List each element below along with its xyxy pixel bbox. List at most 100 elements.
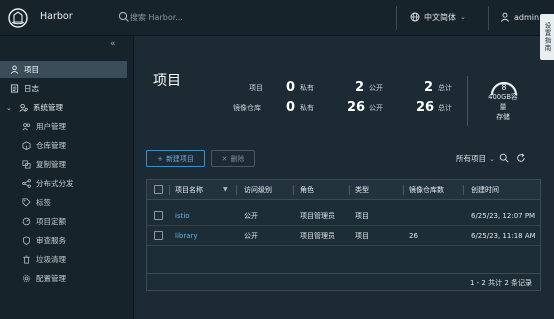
distribution-icon	[22, 179, 31, 188]
sidebar-item-users[interactable]: 用户管理	[0, 118, 127, 135]
top-header: Harbor 中文简体 ⌄ admin ⌄ 设置指南	[0, 0, 554, 60]
harbor-logo-icon[interactable]	[8, 8, 28, 28]
delete-button[interactable]: ✕ 删除	[211, 150, 255, 167]
stat-public-unit: 公开	[369, 104, 383, 112]
storage-quota-text: 400GB容 量 存储	[475, 92, 531, 122]
column-header-type[interactable]: 类型	[355, 180, 369, 200]
chevron-down-icon: ⌄	[6, 103, 12, 112]
sidebar-item-label: 审查服务	[36, 236, 66, 245]
shield-icon	[22, 236, 31, 245]
header-divider	[396, 6, 397, 30]
language-selector[interactable]: 中文简体 ⌄	[410, 9, 466, 25]
page-title: 项目	[153, 73, 181, 89]
app-title[interactable]: Harbor	[40, 11, 73, 22]
stats-divider	[467, 76, 468, 126]
column-header-name[interactable]: 项目名称	[175, 180, 203, 200]
project-name-link[interactable]: istio	[175, 206, 190, 226]
column-header-repo-count[interactable]: 镜像仓库数	[409, 180, 444, 200]
sidebar-item-projects[interactable]: 项目	[0, 61, 127, 78]
log-icon	[10, 84, 19, 93]
created-time: 6/25/23, 11:18 AM	[471, 232, 536, 240]
sidebar-item-label: 系统管理	[33, 103, 63, 112]
sidebar-item-project-quotas[interactable]: 项目定额	[0, 213, 127, 230]
repo-count: 26	[409, 232, 418, 240]
chevron-down-icon: ⌄	[489, 154, 495, 163]
search-icon	[118, 11, 129, 22]
stat-projects-total: 2	[424, 79, 434, 95]
storage-quota-line2: 量	[499, 103, 507, 111]
sidebar-item-label: 配置管理	[36, 274, 66, 283]
sidebar-item-labels[interactable]: 标签	[0, 194, 127, 211]
search-icon[interactable]	[499, 153, 509, 163]
stat-repos-total: 26	[416, 99, 435, 115]
table-header-row: 项目名称 ▼ 访问级别 角色 类型 镜像仓库数 创建时间	[147, 180, 540, 200]
language-label: 中文简体	[424, 12, 456, 22]
column-header-created[interactable]: 创建时间	[471, 180, 499, 200]
project-name-link[interactable]: library	[175, 226, 198, 246]
tag-icon	[22, 198, 31, 207]
sidebar-item-logs[interactable]: 日志	[0, 80, 127, 97]
header-divider	[488, 6, 489, 30]
sidebar-item-label: 复制管理	[36, 160, 66, 169]
storage-quota-line3: 存储	[496, 113, 510, 121]
table-row[interactable]: istio 公开 项目管理员 项目 6/25/23, 12:07 PM	[147, 206, 540, 226]
type: 项目	[355, 212, 369, 220]
select-all-checkbox[interactable]	[154, 185, 163, 194]
storage-quota-line1: 400GB容	[488, 93, 518, 101]
chevron-down-icon: ⌄	[460, 13, 466, 21]
column-header-role[interactable]: 角色	[300, 180, 314, 200]
sidebar-item-label: 项目定额	[36, 217, 66, 226]
stat-projects-public: 2	[355, 79, 365, 95]
sidebar-item-label: 用户管理	[36, 122, 66, 131]
refresh-icon[interactable]	[516, 153, 526, 163]
username: admin	[514, 12, 540, 22]
project-filter-select[interactable]: 所有项目 ⌄	[456, 153, 495, 164]
stat-total-unit: 总计	[438, 104, 452, 112]
sidebar-item-configuration[interactable]: 配置管理	[0, 270, 127, 287]
stat-repos-label: 镜像仓库	[233, 104, 261, 112]
access-level: 公开	[244, 212, 258, 220]
sidebar-item-system-admin[interactable]: ⌄ 系统管理	[0, 99, 127, 116]
role: 项目管理员	[300, 212, 335, 220]
table-row[interactable]: library 公开 项目管理员 项目 26 6/25/23, 11:18 AM	[147, 226, 540, 246]
sidebar-item-scan-services[interactable]: 审查服务	[0, 232, 127, 249]
trash-icon	[23, 255, 30, 264]
main-content: 项目 项目 0 私有 2 公开 2 总计 镜像仓库 0 私有 26 公开 26 …	[134, 36, 554, 319]
type: 项目	[355, 232, 369, 240]
projects-table: 项目名称 ▼ 访问级别 角色 类型 镜像仓库数 创建时间 istio 公开 项目…	[146, 179, 541, 291]
sidebar-item-distribution[interactable]: 分布式分发	[0, 175, 127, 192]
stat-total-unit: 总计	[438, 84, 452, 92]
pagination-summary: 1 - 2 共计 2 条记录	[469, 279, 532, 287]
sidebar-item-label: 项目	[24, 65, 39, 74]
sidebar-item-registries[interactable]: 仓库管理	[0, 137, 127, 154]
user-icon	[500, 12, 510, 22]
new-project-label: 新建项目	[165, 154, 194, 163]
stat-repos-public: 26	[347, 99, 366, 115]
stat-public-unit: 公开	[369, 84, 383, 92]
role: 项目管理员	[300, 232, 335, 240]
filter-label: 所有项目	[456, 154, 486, 163]
filter-icon[interactable]: ▼	[223, 180, 228, 200]
globe-icon	[410, 12, 420, 22]
column-header-access[interactable]: 访问级别	[244, 180, 272, 200]
stat-private-unit: 私有	[300, 84, 314, 92]
search-input[interactable]	[130, 9, 290, 25]
sidebar-item-garbage-collection[interactable]: 垃圾清理	[0, 251, 127, 268]
sidebar-item-label: 分布式分发	[36, 179, 74, 188]
stat-projects-private: 0	[286, 79, 296, 95]
collapse-sidebar-icon[interactable]: «	[110, 39, 116, 49]
close-icon: ✕	[221, 154, 228, 163]
new-project-button[interactable]: + 新建项目	[146, 150, 205, 167]
sidebar-item-label: 标签	[36, 198, 51, 207]
sidebar-item-label: 仓库管理	[36, 141, 66, 150]
stat-projects-label: 项目	[249, 84, 263, 92]
row-checkbox[interactable]	[154, 231, 163, 240]
sidebar-item-replication[interactable]: 复制管理	[0, 156, 127, 173]
row-checkbox[interactable]	[154, 211, 163, 220]
admin-icon	[19, 103, 28, 112]
quota-icon	[22, 217, 31, 226]
sidebar: « 项目 日志 ⌄ 系统管理 用户管理 仓库管理 复制管理 分布式分发 标签 项…	[0, 36, 134, 319]
sidebar-item-label: 日志	[24, 84, 39, 93]
created-time: 6/25/23, 12:07 PM	[471, 212, 536, 220]
replication-icon	[22, 160, 31, 169]
